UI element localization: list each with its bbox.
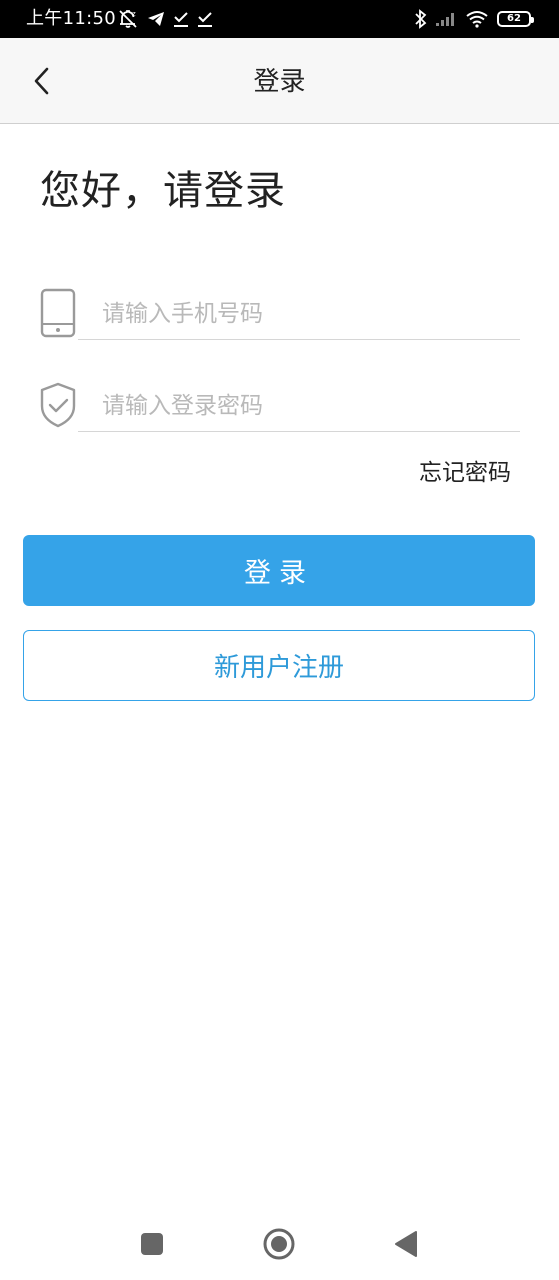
shield-check-icon xyxy=(38,380,78,430)
register-button[interactable]: 新用户注册 xyxy=(23,630,535,701)
login-button[interactable]: 登录 xyxy=(23,535,535,606)
circle-home-icon[interactable] xyxy=(259,1224,299,1264)
greeting-heading: 您好，请登录 xyxy=(40,168,286,214)
password-input[interactable] xyxy=(78,380,520,432)
bluetooth-icon xyxy=(415,9,427,29)
battery-icon: 62 xyxy=(497,11,534,27)
forgot-password-link[interactable]: 忘记密码 xyxy=(419,457,511,489)
page-title: 登录 xyxy=(253,67,306,97)
status-system-icons: 62 xyxy=(415,9,534,29)
svg-text:z: z xyxy=(132,10,136,18)
status-notification-icons: z xyxy=(117,9,213,29)
login-screen: 上午11:50 z 62 登录 您好，请登录 请输入手机号码 忘记密码 登录 新… xyxy=(0,0,559,1280)
phone-number-input[interactable] xyxy=(78,288,520,340)
download-done-icon xyxy=(173,10,189,28)
alarm-off-icon: z xyxy=(117,9,139,29)
status-time: 上午11:50 xyxy=(26,8,116,29)
wifi-icon xyxy=(465,10,489,28)
title-bar: 登录 xyxy=(0,38,559,124)
square-recents-icon[interactable] xyxy=(132,1224,172,1264)
download-done-icon xyxy=(197,10,213,28)
status-bar: 上午11:50 z 62 xyxy=(0,0,559,38)
system-nav-bar xyxy=(0,1210,559,1280)
battery-level: 62 xyxy=(507,13,521,24)
signal-icon xyxy=(435,11,457,27)
phone-icon xyxy=(38,288,78,338)
triangle-back-icon[interactable] xyxy=(386,1224,426,1264)
telegram-icon xyxy=(147,10,165,28)
